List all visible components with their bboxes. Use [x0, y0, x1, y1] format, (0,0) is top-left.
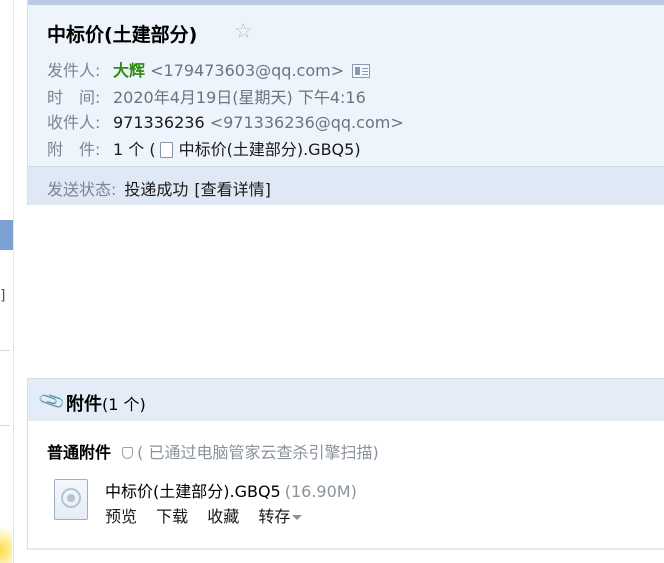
status-row: 发送状态: 投递成功 [查看详情]	[47, 176, 271, 200]
preview-button[interactable]: 预览	[105, 507, 137, 526]
attachment-link[interactable]: 中标价(土建部分).GBQ5)	[179, 140, 361, 159]
send-status-bar: 发送状态: 投递成功 [查看详情]	[28, 166, 664, 205]
sender-name[interactable]: 大辉	[113, 61, 145, 80]
mail-subject: 中标价(土建部分)	[47, 24, 198, 46]
attachment-actions: 预览 下载 收藏 转存	[105, 503, 303, 527]
sidebar-border	[13, 0, 14, 563]
attachments-title-text: 附件	[66, 394, 102, 415]
scan-text: ( 已通过电脑管家云查杀引擎扫描)	[137, 443, 379, 462]
attachment-label: 附 件:	[47, 140, 101, 159]
chevron-down-icon	[292, 515, 303, 520]
scan-notice: ( 已通过电脑管家云查杀引擎扫描)	[120, 443, 379, 462]
paperclip-icon: 📎	[37, 386, 68, 417]
recipient-address: <971336236@qq.com>	[209, 113, 404, 132]
attachments-panel: 📎 附件(1 个) 普通附件 ( 已通过电脑管家云查杀引擎扫描) 中标价(土建部…	[27, 378, 664, 550]
save-to-label: 转存	[258, 507, 291, 526]
sender-row: 发件人: 大辉 <179473603@qq.com>	[47, 57, 371, 81]
sender-label: 发件人:	[47, 61, 101, 80]
file-icon	[159, 142, 173, 158]
time-label: 时 间:	[47, 88, 101, 107]
attachment-file-size: (16.90M)	[284, 482, 357, 501]
shield-icon	[122, 447, 134, 459]
recipient-name[interactable]: 971336236	[113, 113, 205, 132]
header-top-bar	[28, 0, 664, 5]
time-value: 2020年4月19日(星期天) 下午4:16	[113, 88, 366, 107]
download-button[interactable]: 下载	[156, 507, 188, 526]
sidebar-bracket-text: ]	[0, 288, 6, 304]
attachment-count: 1 个 (	[113, 140, 156, 159]
attachments-count: (1 个)	[102, 395, 146, 414]
contact-card-icon[interactable]	[352, 64, 371, 78]
sender-address: <179473603@qq.com>	[150, 61, 345, 80]
status-value: 投递成功	[124, 180, 189, 199]
file-icon[interactable]	[54, 479, 88, 520]
favorite-button[interactable]: 收藏	[207, 507, 239, 526]
left-sidebar-fragment: ]	[0, 0, 14, 563]
normal-attachments-label: 普通附件	[47, 443, 112, 462]
recipient-row: 收件人: 971336236 <971336236@qq.com>	[47, 109, 404, 133]
attachment-file-name-row: 中标价(土建部分).GBQ5 (16.90M)	[105, 478, 357, 502]
view-details-link[interactable]: [查看详情]	[194, 180, 271, 199]
recipient-label: 收件人:	[47, 113, 101, 132]
attachment-row: 附 件: 1 个 ( 中标价(土建部分).GBQ5)	[47, 136, 361, 160]
star-icon[interactable]: ☆	[234, 19, 253, 43]
mail-header: 中标价(土建部分) ☆ 发件人: 大辉 <179473603@qq.com> 时 …	[27, 0, 664, 205]
attachment-file-name[interactable]: 中标价(土建部分).GBQ5	[105, 482, 281, 501]
save-to-button[interactable]: 转存	[258, 507, 303, 526]
sidebar-divider	[0, 350, 10, 351]
sidebar-decoration	[0, 520, 12, 563]
attachments-header: 📎 附件(1 个)	[28, 378, 664, 421]
attachments-title: 附件(1 个)	[66, 390, 146, 416]
status-label: 发送状态:	[47, 180, 117, 199]
normal-attachments-row: 普通附件 ( 已通过电脑管家云查杀引擎扫描)	[47, 439, 379, 463]
sidebar-selected-item[interactable]	[0, 220, 13, 250]
time-row: 时 间: 2020年4月19日(星期天) 下午4:16	[47, 84, 366, 108]
sidebar-divider	[0, 425, 10, 426]
